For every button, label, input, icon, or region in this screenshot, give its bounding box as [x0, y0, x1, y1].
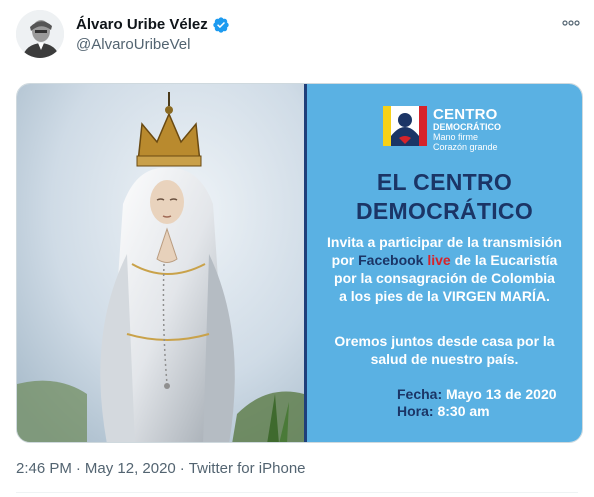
meta-separator: · [75, 460, 81, 477]
display-name[interactable]: Álvaro Uribe Vélez [76, 15, 208, 35]
date-row: Fecha: Mayo 13 de 2020 [397, 386, 557, 403]
date-value: Mayo 13 de 2020 [446, 386, 557, 402]
logo-title: CENTRO [433, 106, 498, 123]
poster-prayer-text: Oremos juntos desde casa por la salud de… [313, 332, 576, 368]
divider [16, 492, 578, 493]
body-line2-post: de la Eucaristía [450, 252, 558, 268]
body-line3: por la consagración de Colombia [334, 270, 555, 286]
body-line2-pre: por [331, 252, 359, 268]
avatar-photo [16, 10, 64, 58]
pray-line1: Oremos juntos desde casa por la [334, 333, 555, 349]
ellipsis-icon [562, 20, 580, 26]
time-value: 8:30 am [437, 403, 490, 419]
poster-headline: EL CENTRO DEMOCRÁTICO [307, 168, 582, 226]
party-logo-icon [383, 106, 427, 146]
headline-line2: DEMOCRÁTICO [355, 198, 534, 224]
pray-line2: salud de nuestro país. [370, 351, 519, 367]
body-line1: Invita a participar de la transmisión [327, 234, 562, 250]
logo-slogan-line2: Corazón grande [433, 142, 498, 152]
name-row: Álvaro Uribe Vélez [76, 15, 230, 35]
logo-slogan-line1: Mano firme [433, 132, 479, 142]
verified-badge-icon [212, 16, 230, 34]
centro-democratico-logo: CENTRO DEMOCRÁTICO Mano firme Corazón gra… [381, 104, 511, 152]
virgin-statue-photo [17, 84, 304, 442]
body-line4: a los pies de la VIRGEN MARÍA. [339, 288, 550, 304]
more-options-button[interactable] [558, 10, 584, 36]
tweet-time-link[interactable]: 2:46 PM [16, 459, 72, 479]
tweet-source-link[interactable]: Twitter for iPhone [189, 459, 306, 479]
live-word: live [427, 252, 451, 268]
tweet-media-image[interactable]: CENTRO DEMOCRÁTICO Mano firme Corazón gra… [16, 83, 583, 443]
tweet-meta: 2:46 PM · May 12, 2020 · Twitter for iPh… [16, 459, 306, 479]
headline-line1: EL CENTRO [376, 169, 513, 195]
tweet-date-link[interactable]: May 12, 2020 [85, 459, 176, 479]
handle[interactable]: @AlvaroUribeVel [76, 35, 190, 55]
statue-illustration [17, 84, 304, 442]
body-line2: por Facebook live de la Eucaristía [313, 251, 576, 269]
facebook-word: Facebook [358, 252, 424, 268]
time-row: Hora: 8:30 am [397, 403, 557, 420]
time-label: Hora: [397, 403, 434, 419]
poster-date-time: Fecha: Mayo 13 de 2020 Hora: 8:30 am [397, 386, 557, 420]
logo-slogan: Mano firme Corazón grande [433, 132, 498, 152]
tweet: Álvaro Uribe Vélez @AlvaroUribeVel CENTR… [0, 0, 594, 497]
logo-subtitle: DEMOCRÁTICO [433, 122, 501, 132]
poster-invitation-text: Invita a participar de la transmisión po… [313, 233, 576, 305]
poster-panel: CENTRO DEMOCRÁTICO Mano firme Corazón gra… [307, 84, 582, 442]
avatar[interactable] [16, 10, 64, 58]
date-label: Fecha: [397, 386, 443, 402]
meta-separator: · [179, 460, 185, 477]
